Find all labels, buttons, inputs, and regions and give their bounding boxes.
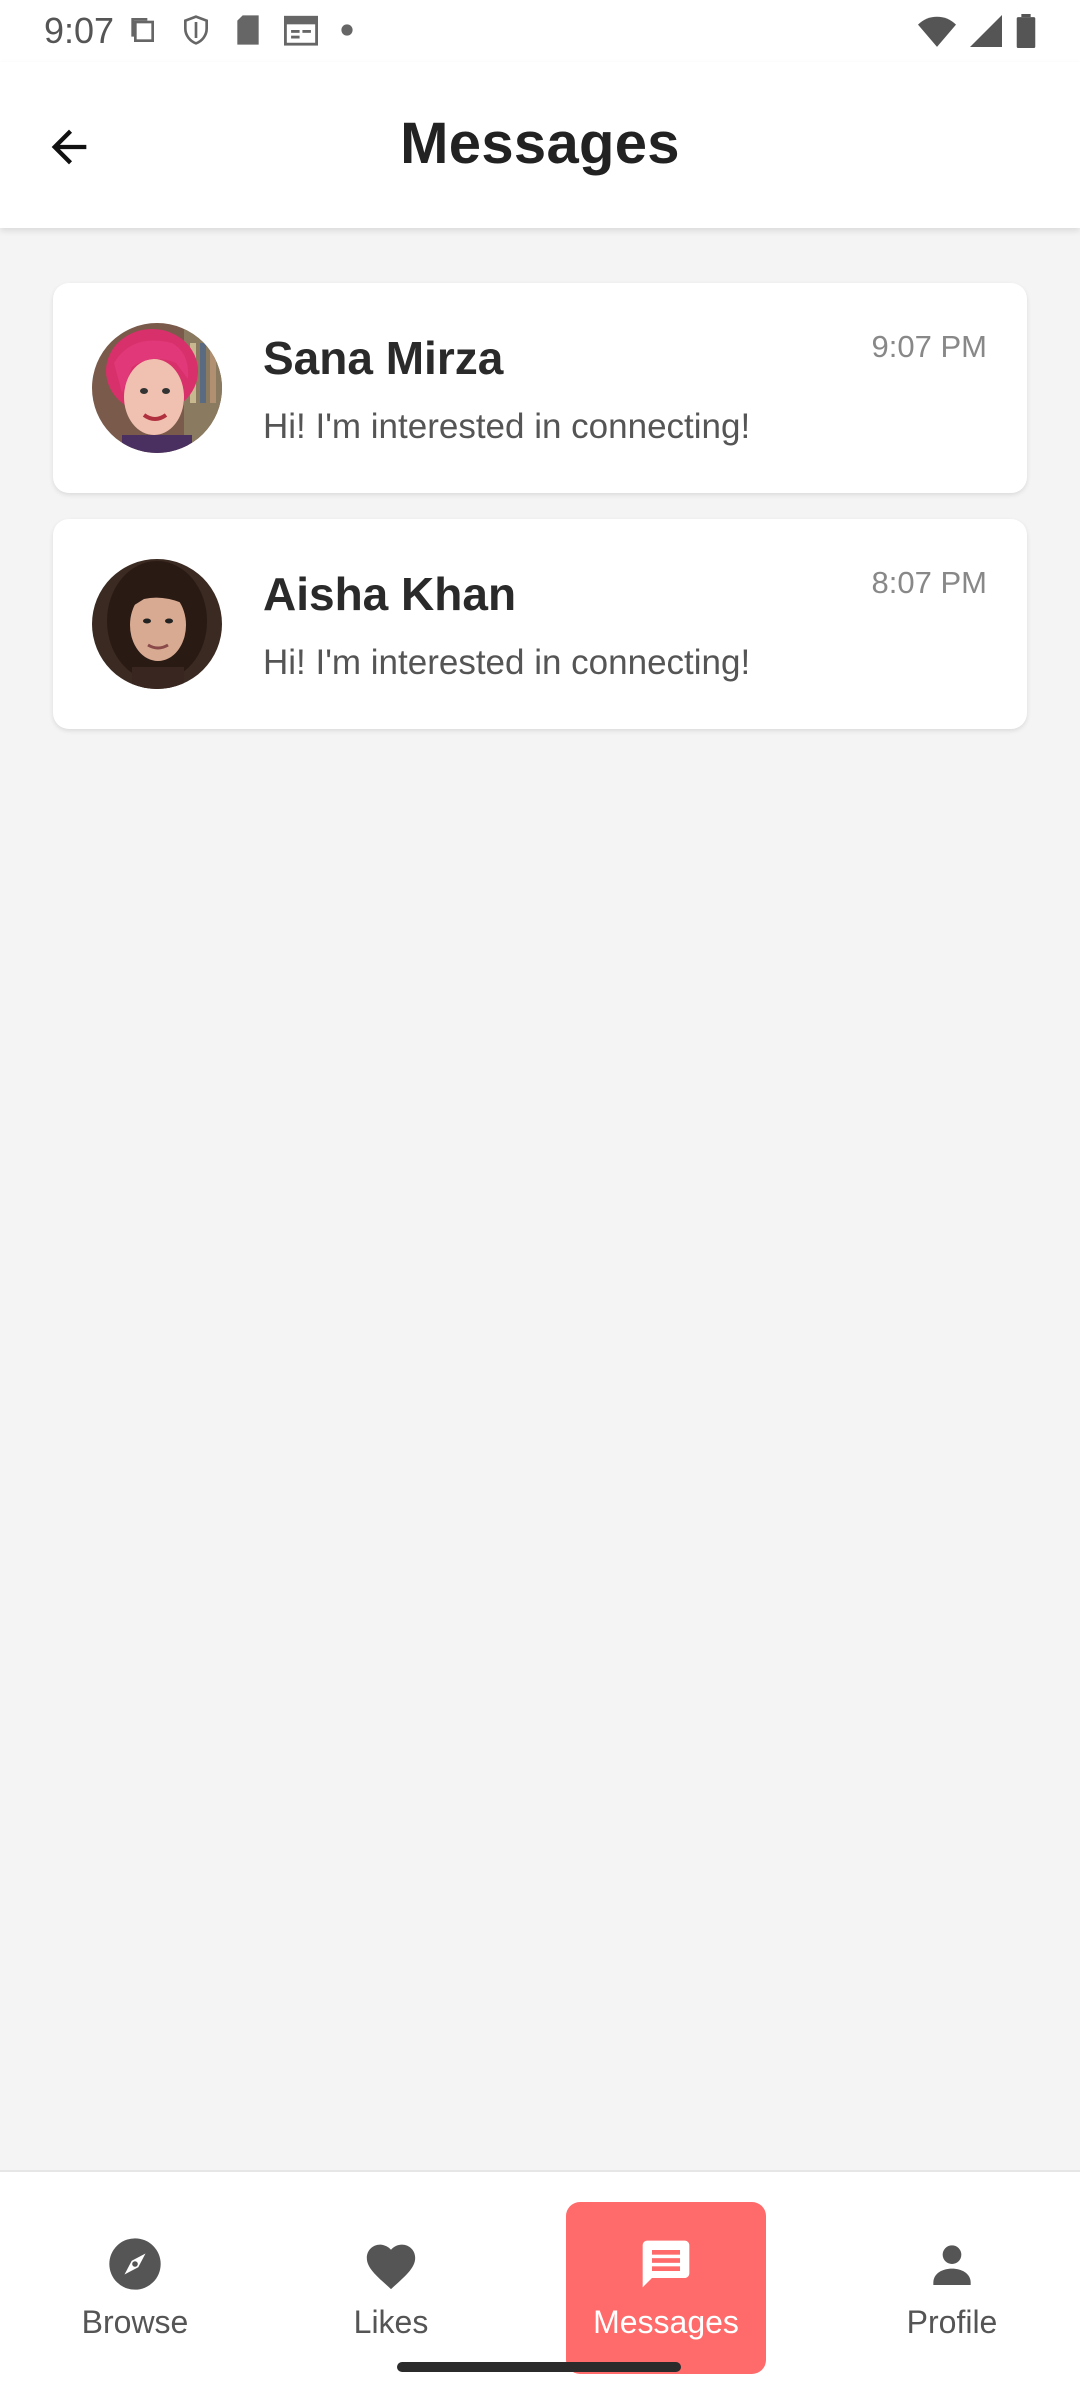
message-preview: Hi! I'm interested in connecting!	[263, 407, 751, 446]
calendar-notification-icon	[284, 14, 318, 46]
gesture-bar[interactable]	[397, 2362, 681, 2372]
compass-icon	[107, 2236, 163, 2292]
nav-item-profile[interactable]: Profile	[852, 2202, 1052, 2374]
person-icon	[924, 2236, 980, 2292]
contact-name: Aisha Khan	[263, 568, 517, 620]
copy-notification-icon	[126, 14, 158, 46]
nav-item-messages[interactable]: Messages	[566, 2202, 766, 2374]
chat-icon	[638, 2236, 694, 2292]
message-time: 9:07 PM	[871, 329, 987, 364]
app-bar: Messages	[0, 62, 1080, 228]
nav-label: Messages	[593, 2303, 739, 2340]
shield-notification-icon	[180, 14, 212, 46]
heart-icon	[362, 2236, 420, 2292]
conversation-item[interactable]: Aisha Khan Hi! I'm interested in connect…	[53, 519, 1027, 729]
nav-item-likes[interactable]: Likes	[291, 2202, 491, 2374]
nav-item-browse[interactable]: Browse	[35, 2202, 235, 2374]
status-bar: 9:07	[0, 0, 1080, 62]
cell-signal-icon	[970, 15, 1002, 47]
status-left-icons	[126, 14, 354, 46]
status-right-icons	[918, 14, 1036, 48]
dot-icon	[340, 23, 354, 37]
message-time: 8:07 PM	[871, 565, 987, 600]
contact-name: Sana Mirza	[263, 332, 504, 384]
sd-card-icon	[234, 14, 262, 46]
nav-label: Profile	[906, 2303, 998, 2340]
message-preview: Hi! I'm interested in connecting!	[263, 643, 751, 682]
conversation-item[interactable]: Sana Mirza Hi! I'm interested in connect…	[53, 283, 1027, 493]
page-title: Messages	[400, 111, 680, 176]
nav-label: Likes	[353, 2303, 429, 2340]
avatar	[92, 559, 222, 689]
battery-icon	[1016, 14, 1036, 48]
status-time: 9:07	[44, 10, 115, 51]
nav-label: Browse	[81, 2303, 189, 2340]
wifi-icon	[918, 15, 956, 47]
conversation-list: Sana Mirza Hi! I'm interested in connect…	[53, 283, 1027, 755]
avatar	[92, 323, 222, 453]
